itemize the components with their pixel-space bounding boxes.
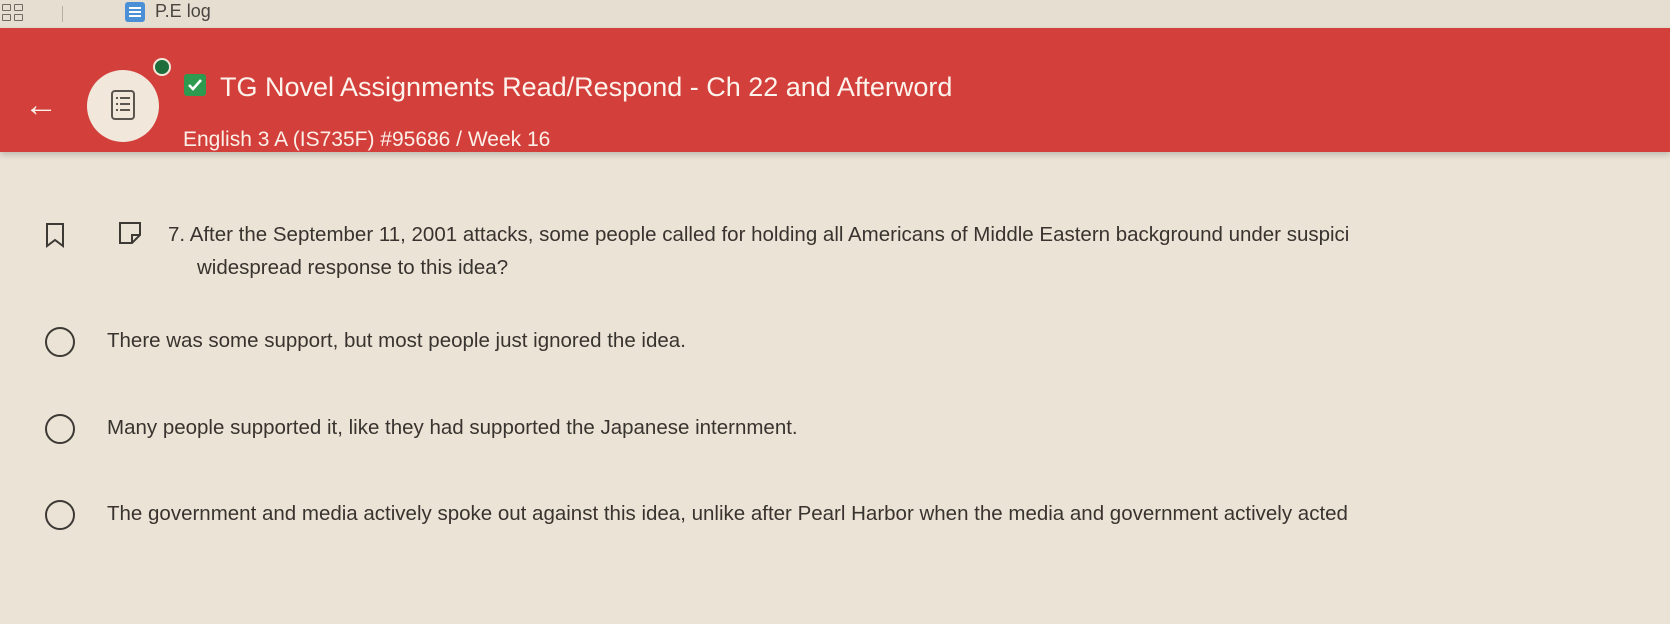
question-line-2: widespread response to this idea? (197, 256, 509, 279)
toolbar-divider (62, 6, 63, 22)
answer-choice-label: There was some support, but most people … (107, 329, 686, 352)
back-arrow-icon[interactable]: ← (24, 88, 58, 122)
status-dot-icon (153, 58, 171, 76)
answer-choice-label: Many people supported it, like they had … (107, 416, 798, 439)
assignment-list-icon (87, 70, 159, 142)
question-text-line-1: After the September 11, 2001 attacks, so… (189, 223, 1350, 246)
answer-choice-2[interactable]: Many people supported it, like they had … (45, 410, 1665, 450)
answer-choice-1[interactable]: There was some support, but most people … (45, 323, 1665, 363)
top-toolbar: P.E log (0, 0, 1670, 29)
radio-button[interactable] (45, 327, 75, 357)
question-number: 7. (168, 223, 186, 246)
assignment-header: ← TG Novel Assignments Read/Respond - Ch… (0, 28, 1670, 152)
radio-button[interactable] (45, 500, 75, 530)
answer-choice-3[interactable]: The government and media actively spoke … (45, 496, 1665, 536)
question-text: 7. After the September 11, 2001 attacks,… (168, 218, 1658, 284)
answer-choice-label: The government and media actively spoke … (107, 502, 1348, 525)
bookmark-icon[interactable] (45, 222, 65, 253)
tab-label[interactable]: P.E log (155, 1, 211, 22)
apps-grid-icon[interactable] (2, 4, 24, 22)
flag-icon[interactable] (118, 221, 142, 250)
radio-button[interactable] (45, 414, 75, 444)
question-line-1: 7. After the September 11, 2001 attacks,… (168, 218, 1658, 251)
checkmark-icon (184, 74, 206, 96)
document-icon[interactable] (125, 2, 145, 22)
assignment-title: TG Novel Assignments Read/Respond - Ch 2… (220, 72, 953, 102)
course-subtitle: English 3 A (IS735F) #95686 / Week 16 (183, 128, 551, 151)
